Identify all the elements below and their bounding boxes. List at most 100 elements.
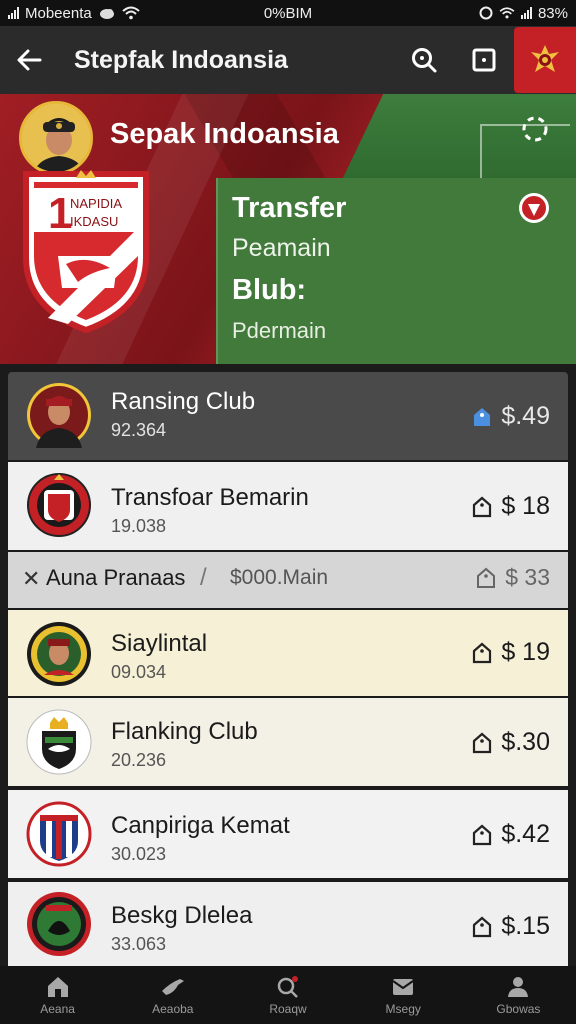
home-icon — [47, 976, 68, 997]
app-root: Mobeenta 0%BIM 83% Stepfak Indoansia Sep… — [0, 0, 576, 1024]
search-icon — [277, 975, 298, 998]
club-crest-icon — [26, 801, 92, 867]
panel-line-1: Peamain — [232, 234, 331, 262]
tag-icon — [474, 407, 491, 426]
price-value: $.15 — [501, 912, 550, 940]
signal-icon — [520, 7, 532, 19]
tag-icon — [473, 732, 492, 753]
list-item[interactable]: Beskg Dlelea 33.063 $.15 — [8, 882, 568, 966]
price-tag[interactable]: $.30 — [471, 728, 550, 757]
search-button[interactable] — [394, 26, 454, 94]
club-name: Flanking Club — [111, 718, 258, 745]
price-tag[interactable]: $.15 — [471, 912, 550, 941]
status-bar: Mobeenta 0%BIM 83% — [0, 0, 576, 26]
tag-icon — [473, 642, 492, 663]
panel-heading: Transfer — [232, 192, 347, 224]
player-avatar-icon — [27, 622, 91, 686]
nav-home[interactable]: Aeana — [0, 966, 115, 1024]
search-icon — [412, 48, 437, 73]
list-item[interactable]: Transfoar Bemarin 19.038 $ 18 — [8, 462, 568, 550]
nav-label: Gbowas — [496, 1001, 541, 1016]
wifi-icon — [499, 7, 515, 19]
list-item[interactable]: Ransing Club 92.364 $.49 — [8, 372, 568, 460]
hero-banner: Sepak Indoansia 1 NAPIDIA IKDASU Transfe… — [0, 94, 576, 364]
nav-label: Msegy — [385, 1001, 421, 1016]
nav-label: Roaqw — [269, 1001, 307, 1016]
price-tag[interactable]: $ 19 — [471, 638, 550, 667]
club-value: 20.236 — [111, 750, 167, 770]
tag-icon — [473, 496, 492, 517]
app-bar-title: Stepfak Indoansia — [74, 45, 288, 74]
tag-icon — [473, 824, 492, 845]
mail-icon — [392, 978, 414, 995]
signal-icon — [8, 7, 19, 19]
list-item[interactable]: Flanking Club 20.236 $.30 — [8, 698, 568, 786]
club-name: Ransing Club — [111, 388, 256, 415]
price-tag[interactable]: $ 33 — [475, 564, 550, 591]
section-meta: $000.Main — [230, 566, 329, 589]
crest-text-top: NAPIDIA — [70, 196, 122, 211]
club-name: Transfoar Bemarin — [111, 484, 309, 511]
club-name: Siaylintal — [111, 630, 208, 657]
wifi-icon — [122, 6, 140, 20]
garuda-emblem-icon — [531, 45, 559, 72]
nav-search[interactable]: Roaqw — [230, 966, 345, 1024]
tag-icon — [477, 567, 496, 588]
price-value: $ 33 — [505, 564, 550, 590]
tag-icon — [473, 916, 492, 937]
nav-profile[interactable]: Gbowas — [461, 966, 576, 1024]
crest-text-bottom: IKDASU — [70, 214, 118, 229]
mini-crest-icon — [519, 193, 549, 223]
nav-transfer[interactable]: Aeaoba — [115, 966, 230, 1024]
price-tag[interactable]: $ 18 — [471, 492, 550, 521]
price-tag[interactable]: $.42 — [471, 820, 550, 849]
cloud-icon — [99, 9, 114, 19]
battery-level: 83% — [537, 4, 568, 22]
club-crest-icon — [27, 892, 91, 956]
arrow-left-icon — [17, 49, 42, 71]
nav-label: Aeaoba — [152, 1001, 194, 1016]
window-button[interactable] — [454, 26, 514, 94]
hero-title: Sepak Indoansia — [110, 118, 339, 150]
list-section-header[interactable]: ✕ Auna Pranaas / $000.Main $ 33 — [8, 552, 568, 608]
club-name: Canpiriga Kemat — [111, 812, 290, 839]
club-crest-large[interactable]: 1 NAPIDIA IKDASU — [18, 168, 154, 334]
player-avatar-icon — [27, 383, 91, 448]
app-bar: Stepfak Indoansia — [0, 26, 576, 94]
crest-number: 1 — [48, 189, 72, 238]
club-value: 33.063 — [111, 934, 167, 954]
list-item[interactable]: Siaylintal 09.034 $ 19 — [8, 610, 568, 696]
nav-messages[interactable]: Msegy — [346, 966, 461, 1024]
list-item[interactable]: Canpiriga Kemat 30.023 $.42 — [8, 790, 568, 878]
club-value: 09.034 — [111, 662, 167, 682]
transfer-panel[interactable]: Transfer Peamain Blub: Pdermain — [216, 178, 576, 364]
price-value: $.30 — [501, 728, 550, 756]
bird-icon — [161, 978, 184, 995]
person-icon — [508, 976, 529, 997]
panel-line-2: Pdermain — [232, 318, 327, 343]
close-icon[interactable]: ✕ — [22, 566, 40, 592]
club-value: 30.023 — [111, 844, 167, 864]
player-avatar[interactable] — [19, 101, 93, 175]
price-value: $.49 — [501, 402, 550, 430]
price-value: $ 18 — [501, 492, 550, 520]
club-name: Beskg Dlelea — [111, 902, 253, 929]
nav-label: Aeana — [40, 1001, 75, 1016]
price-tag[interactable]: $.49 — [471, 402, 550, 431]
club-value: 92.364 — [111, 420, 167, 440]
price-value: $ 19 — [501, 638, 550, 666]
carrier-name: Mobeenta — [25, 4, 92, 22]
club-value: 19.038 — [111, 516, 167, 536]
transfer-list: Ransing Club 92.364 $.49 Transfoar Bemar… — [8, 372, 568, 966]
square-icon — [472, 48, 496, 72]
status-right: 83% — [479, 5, 568, 22]
club-crest-icon — [27, 473, 91, 537]
brand-badge[interactable] — [514, 27, 576, 93]
club-crest-icon — [26, 709, 92, 775]
panel-heading-2: Blub: — [232, 274, 307, 306]
price-value: $.42 — [501, 820, 550, 848]
alarm-icon — [479, 6, 493, 20]
loading-spinner-icon — [522, 116, 548, 142]
back-button[interactable] — [0, 26, 58, 94]
section-title: Auna Pranaas — [46, 565, 186, 590]
